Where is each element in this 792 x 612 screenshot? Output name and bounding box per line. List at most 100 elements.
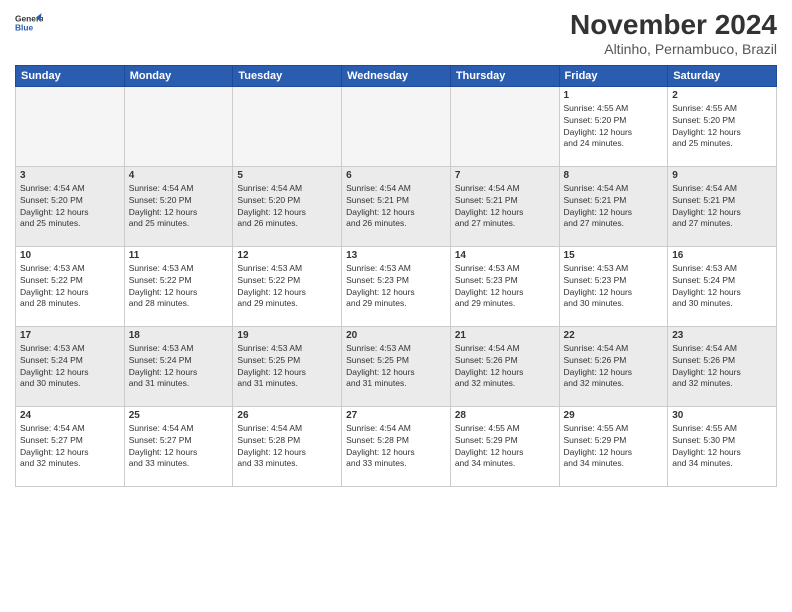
day-number: 1: [564, 90, 664, 101]
calendar-cell: [16, 86, 125, 166]
calendar-cell: 3 Sunrise: 4:54 AMSunset: 5:20 PMDaylight…: [16, 166, 125, 246]
calendar-cell: [342, 86, 451, 166]
day-info: Sunrise: 4:54 AMSunset: 5:20 PMDaylight:…: [237, 183, 337, 231]
day-info: Sunrise: 4:55 AMSunset: 5:29 PMDaylight:…: [564, 423, 664, 471]
day-number: 15: [564, 250, 664, 261]
day-info: Sunrise: 4:54 AMSunset: 5:21 PMDaylight:…: [455, 183, 555, 231]
day-number: 10: [20, 250, 120, 261]
calendar-cell: [450, 86, 559, 166]
day-number: 12: [237, 250, 337, 261]
month-title: November 2024: [570, 10, 777, 41]
calendar-cell: 7 Sunrise: 4:54 AMSunset: 5:21 PMDaylight…: [450, 166, 559, 246]
calendar-cell: 13Sunrise: 4:53 AMSunset: 5:23 PMDayligh…: [342, 246, 451, 326]
calendar-cell: 20 Sunrise: 4:53 AMSunset: 5:25 PMDayligh…: [342, 326, 451, 406]
day-info: Sunrise: 4:53 AMSunset: 5:25 PMDaylight:…: [346, 343, 446, 391]
day-info: Sunrise: 4:53 AMSunset: 5:24 PMDaylight:…: [20, 343, 120, 391]
calendar-table: SundayMondayTuesdayWednesdayThursdayFrid…: [15, 65, 777, 487]
day-number: 25: [129, 410, 229, 421]
calendar-cell: 22 Sunrise: 4:54 AMSunset: 5:26 PMDayligh…: [559, 326, 668, 406]
weekday-header-row: SundayMondayTuesdayWednesdayThursdayFrid…: [16, 65, 777, 86]
weekday-header-tuesday: Tuesday: [233, 65, 342, 86]
day-info: Sunrise: 4:53 AMSunset: 5:24 PMDaylight:…: [672, 263, 772, 311]
day-info: Sunrise: 4:53 AMSunset: 5:23 PMDaylight:…: [455, 263, 555, 311]
week-row-3: 10 Sunrise: 4:53 AMSunset: 5:22 PMDayligh…: [16, 246, 777, 326]
day-number: 5: [237, 170, 337, 181]
day-info: Sunrise: 4:53 AMSunset: 5:22 PMDaylight:…: [237, 263, 337, 311]
day-number: 20: [346, 330, 446, 341]
day-info: Sunrise: 4:54 AMSunset: 5:21 PMDaylight:…: [672, 183, 772, 231]
day-number: 7: [455, 170, 555, 181]
day-info: Sunrise: 4:53 AMSunset: 5:22 PMDaylight:…: [129, 263, 229, 311]
calendar-cell: 24Sunrise: 4:54 AMSunset: 5:27 PMDayligh…: [16, 406, 125, 486]
week-row-4: 17 Sunrise: 4:53 AMSunset: 5:24 PMDayligh…: [16, 326, 777, 406]
day-number: 4: [129, 170, 229, 181]
calendar-cell: 12 Sunrise: 4:53 AMSunset: 5:22 PMDayligh…: [233, 246, 342, 326]
day-number: 3: [20, 170, 120, 181]
day-number: 28: [455, 410, 555, 421]
day-info: Sunrise: 4:54 AMSunset: 5:21 PMDaylight:…: [564, 183, 664, 231]
day-number: 22: [564, 330, 664, 341]
day-number: 30: [672, 410, 772, 421]
calendar-cell: [233, 86, 342, 166]
calendar-cell: 2 Sunrise: 4:55 AMSunset: 5:20 PMDaylight…: [668, 86, 777, 166]
location: Altinho, Pernambuco, Brazil: [570, 41, 777, 57]
day-number: 8: [564, 170, 664, 181]
calendar-cell: 1 Sunrise: 4:55 AMSunset: 5:20 PMDaylight…: [559, 86, 668, 166]
calendar-cell: 18Sunrise: 4:53 AMSunset: 5:24 PMDayligh…: [124, 326, 233, 406]
day-info: Sunrise: 4:55 AMSunset: 5:30 PMDaylight:…: [672, 423, 772, 471]
day-info: Sunrise: 4:54 AMSunset: 5:20 PMDaylight:…: [20, 183, 120, 231]
calendar-cell: 30 Sunrise: 4:55 AMSunset: 5:30 PMDayligh…: [668, 406, 777, 486]
weekday-header-saturday: Saturday: [668, 65, 777, 86]
day-number: 13: [346, 250, 446, 261]
day-info: Sunrise: 4:54 AMSunset: 5:21 PMDaylight:…: [346, 183, 446, 231]
day-number: 11: [129, 250, 229, 261]
calendar-cell: 8 Sunrise: 4:54 AMSunset: 5:21 PMDaylight…: [559, 166, 668, 246]
weekday-header-friday: Friday: [559, 65, 668, 86]
day-number: 19: [237, 330, 337, 341]
calendar-cell: 4 Sunrise: 4:54 AMSunset: 5:20 PMDaylight…: [124, 166, 233, 246]
day-number: 6: [346, 170, 446, 181]
day-number: 24: [20, 410, 120, 421]
calendar-cell: 27Sunrise: 4:54 AMSunset: 5:28 PMDayligh…: [342, 406, 451, 486]
calendar-cell: 26 Sunrise: 4:54 AMSunset: 5:28 PMDayligh…: [233, 406, 342, 486]
title-block: November 2024 Altinho, Pernambuco, Brazi…: [570, 10, 777, 57]
day-info: Sunrise: 4:54 AMSunset: 5:26 PMDaylight:…: [455, 343, 555, 391]
day-info: Sunrise: 4:54 AMSunset: 5:28 PMDaylight:…: [237, 423, 337, 471]
calendar-cell: 5 Sunrise: 4:54 AMSunset: 5:20 PMDaylight…: [233, 166, 342, 246]
day-info: Sunrise: 4:53 AMSunset: 5:25 PMDaylight:…: [237, 343, 337, 391]
day-number: 21: [455, 330, 555, 341]
week-row-5: 24Sunrise: 4:54 AMSunset: 5:27 PMDayligh…: [16, 406, 777, 486]
calendar-cell: 16 Sunrise: 4:53 AMSunset: 5:24 PMDayligh…: [668, 246, 777, 326]
day-info: Sunrise: 4:54 AMSunset: 5:26 PMDaylight:…: [672, 343, 772, 391]
day-info: Sunrise: 4:55 AMSunset: 5:20 PMDaylight:…: [672, 103, 772, 151]
day-number: 23: [672, 330, 772, 341]
weekday-header-monday: Monday: [124, 65, 233, 86]
logo-icon: General Blue: [15, 10, 43, 38]
day-number: 29: [564, 410, 664, 421]
calendar-cell: 29 Sunrise: 4:55 AMSunset: 5:29 PMDayligh…: [559, 406, 668, 486]
day-info: Sunrise: 4:53 AMSunset: 5:23 PMDaylight:…: [564, 263, 664, 311]
day-info: Sunrise: 4:54 AMSunset: 5:26 PMDaylight:…: [564, 343, 664, 391]
calendar-cell: 21 Sunrise: 4:54 AMSunset: 5:26 PMDayligh…: [450, 326, 559, 406]
calendar-cell: 17 Sunrise: 4:53 AMSunset: 5:24 PMDayligh…: [16, 326, 125, 406]
day-number: 16: [672, 250, 772, 261]
calendar-cell: 14 Sunrise: 4:53 AMSunset: 5:23 PMDayligh…: [450, 246, 559, 326]
calendar-cell: 15 Sunrise: 4:53 AMSunset: 5:23 PMDayligh…: [559, 246, 668, 326]
day-number: 18: [129, 330, 229, 341]
page: General Blue November 2024 Altinho, Pern…: [0, 0, 792, 612]
day-number: 14: [455, 250, 555, 261]
day-number: 9: [672, 170, 772, 181]
weekday-header-sunday: Sunday: [16, 65, 125, 86]
day-info: Sunrise: 4:55 AMSunset: 5:20 PMDaylight:…: [564, 103, 664, 151]
svg-text:Blue: Blue: [15, 23, 33, 33]
day-number: 26: [237, 410, 337, 421]
day-number: 2: [672, 90, 772, 101]
day-number: 17: [20, 330, 120, 341]
calendar-cell: 28 Sunrise: 4:55 AMSunset: 5:29 PMDayligh…: [450, 406, 559, 486]
weekday-header-wednesday: Wednesday: [342, 65, 451, 86]
day-info: Sunrise: 4:54 AMSunset: 5:20 PMDaylight:…: [129, 183, 229, 231]
day-info: Sunrise: 4:55 AMSunset: 5:29 PMDaylight:…: [455, 423, 555, 471]
day-number: 27: [346, 410, 446, 421]
day-info: Sunrise: 4:53 AMSunset: 5:22 PMDaylight:…: [20, 263, 120, 311]
header: General Blue November 2024 Altinho, Pern…: [15, 10, 777, 57]
